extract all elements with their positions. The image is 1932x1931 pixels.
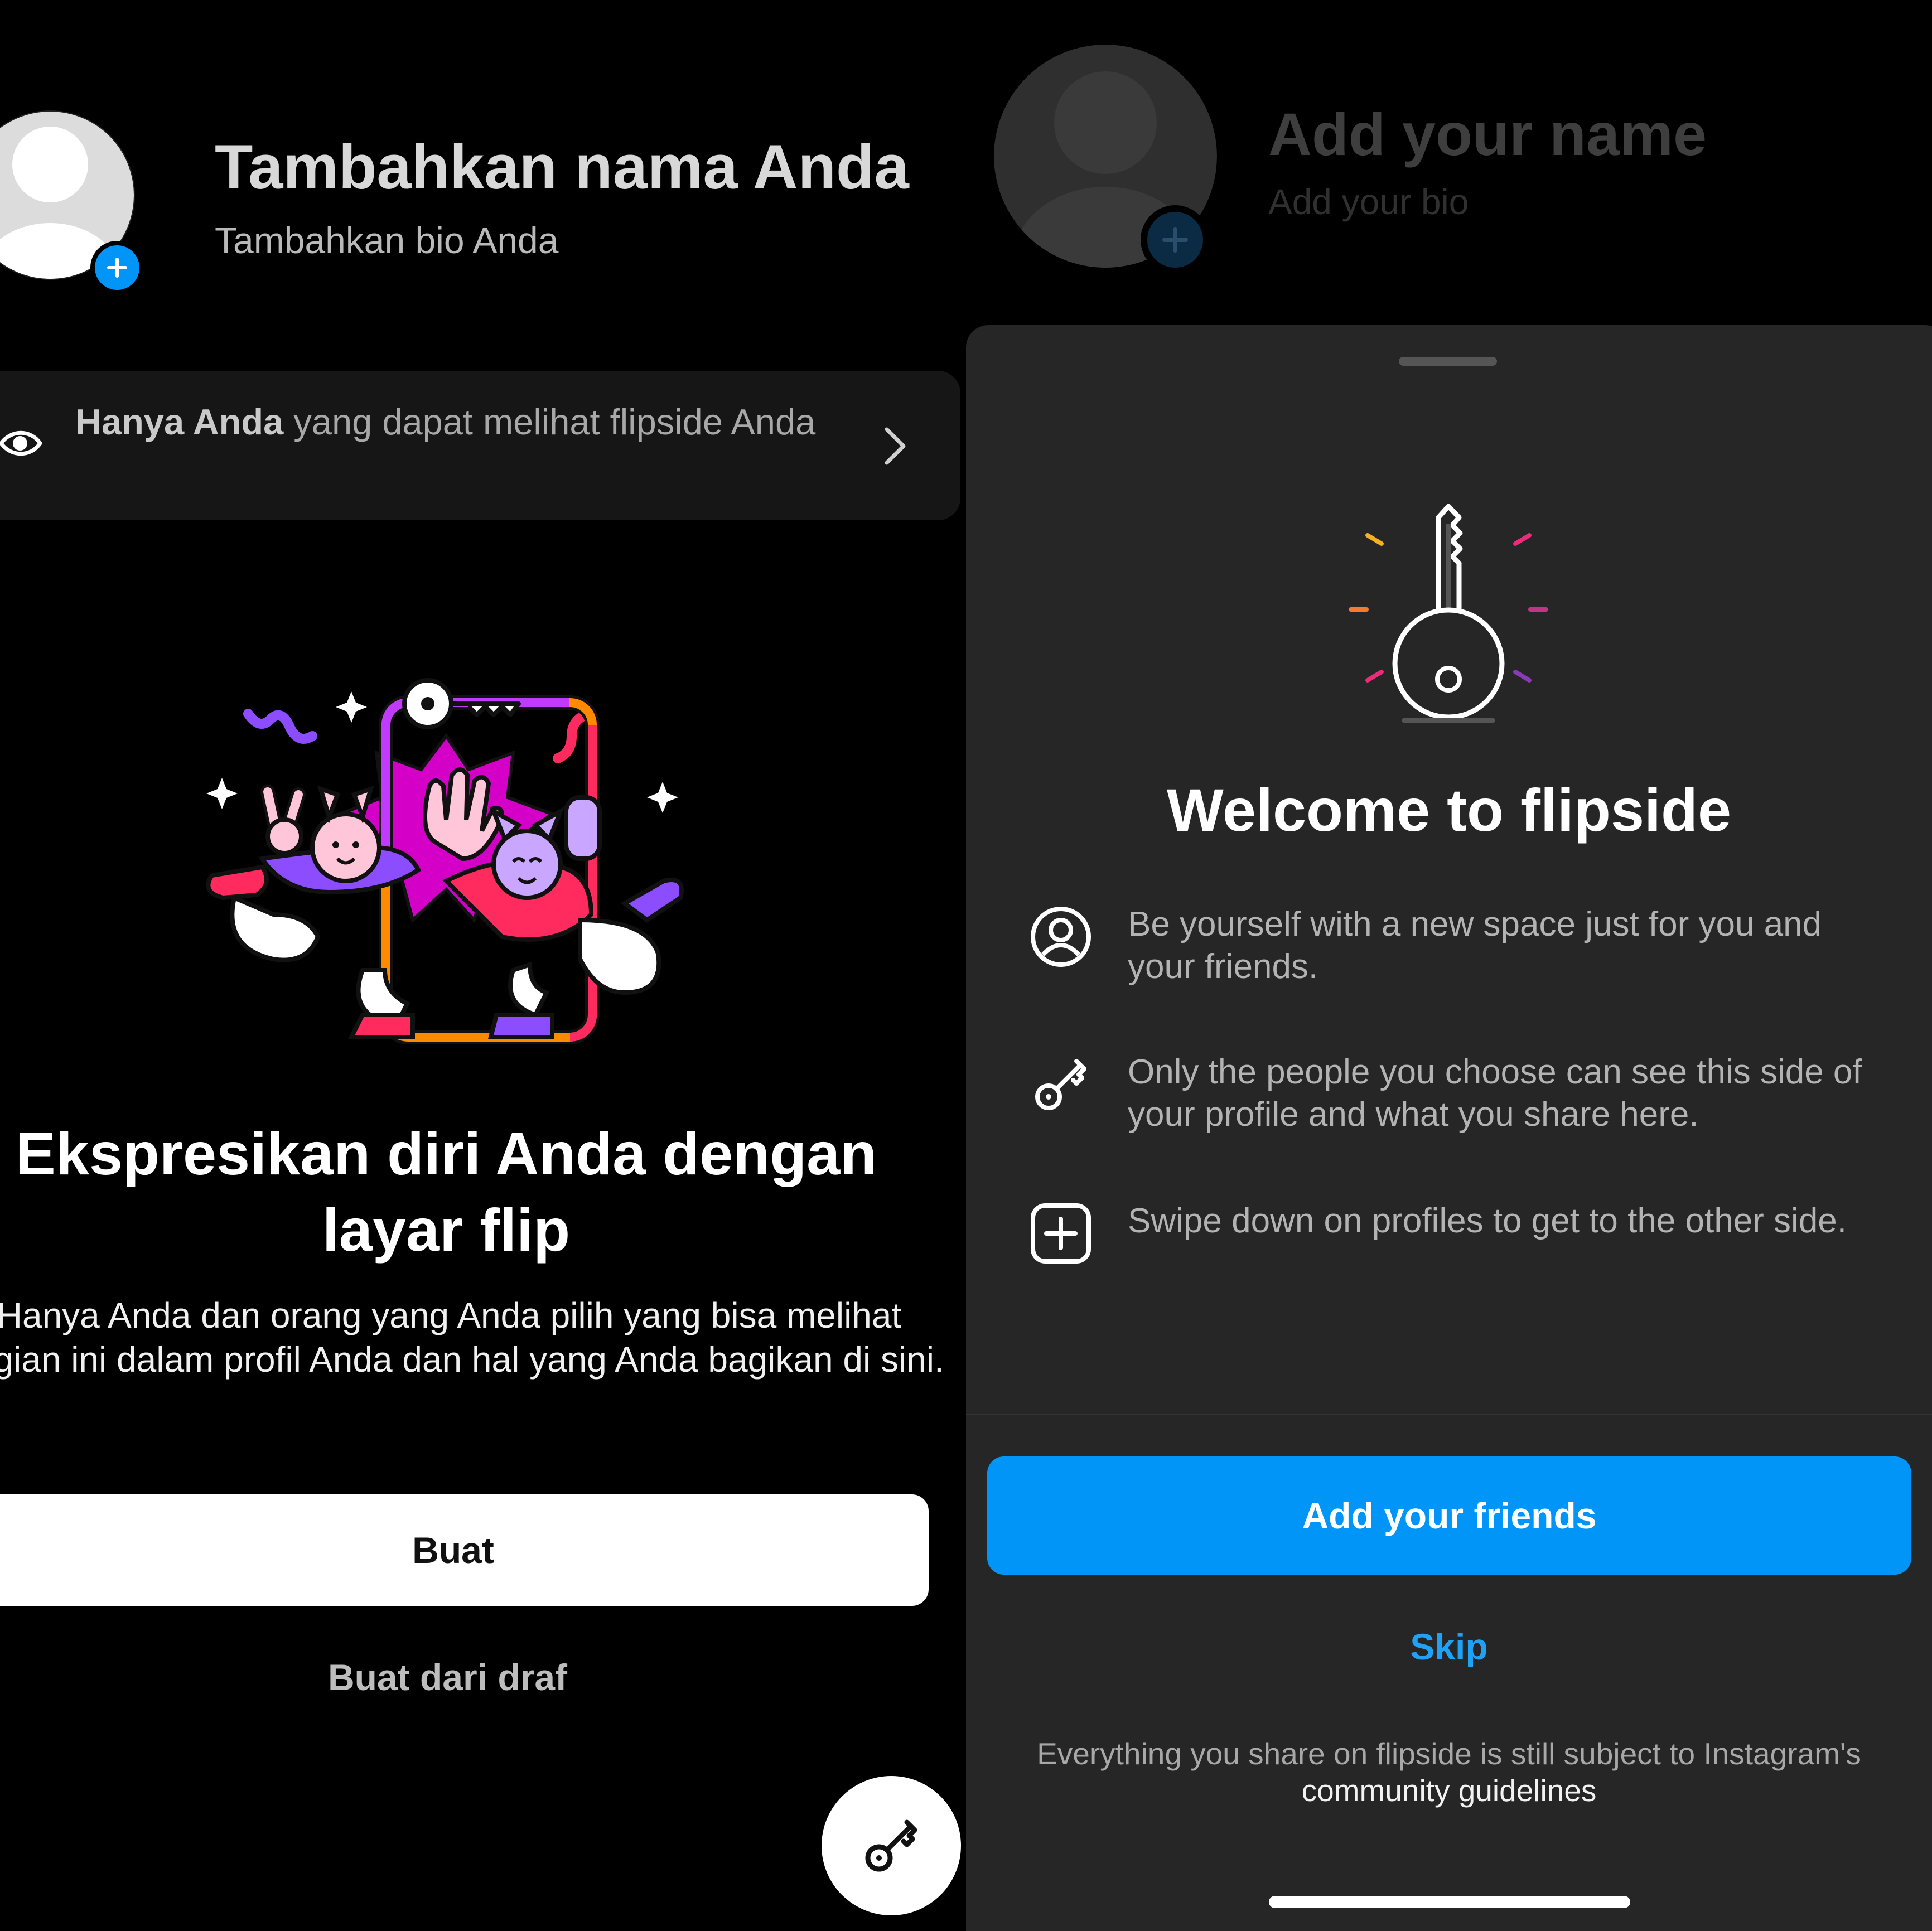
chevron-right-icon — [885, 427, 906, 465]
profile-name[interactable]: Add your name — [1268, 99, 1707, 169]
feature-text-2: Only the people you choose can see this … — [1128, 1053, 1862, 1134]
footer-text: Everything you share on flipside is stil… — [1037, 1736, 1861, 1771]
key-icon — [1035, 1059, 1086, 1110]
sheet-grabber[interactable] — [1399, 357, 1497, 366]
privacy-row[interactable] — [0, 371, 960, 520]
feature-text-3: Swipe down on profiles to get to the oth… — [1128, 1202, 1847, 1240]
divider — [966, 1414, 1932, 1415]
profile-bio[interactable]: Tambahkan bio Anda — [215, 219, 558, 262]
add-friends-button[interactable]: Add your friends — [987, 1456, 1911, 1575]
flipside-intro-screen-id: Tambahkan nama Anda Tambahkan bio Anda H… — [0, 0, 966, 1931]
profile-name[interactable]: Tambahkan nama Anda — [215, 131, 909, 203]
key-fab-button[interactable] — [822, 1776, 961, 1915]
welcome-title: Welcome to flipside — [1166, 776, 1732, 844]
footer-note: Everything you share on flipside is stil… — [988, 1735, 1910, 1809]
headline: Ekspresikan diri Anda dengan layar flip — [15, 1120, 877, 1264]
privacy-text-bold: Hanya Anda — [75, 401, 284, 442]
visibility-icon — [0, 430, 43, 456]
create-from-draft-link[interactable]: Buat dari draf — [0, 1656, 895, 1698]
profile-avatar[interactable] — [0, 84, 165, 312]
key-illustration — [1349, 504, 1548, 723]
key-icon — [865, 1819, 917, 1872]
feature-text-1: Be yourself with a new space just for yo… — [1128, 905, 1822, 986]
skip-button[interactable]: Skip — [966, 1625, 1932, 1668]
home-indicator[interactable] — [1269, 1896, 1630, 1908]
privacy-text: Hanya Anda yang dapat melihat flipside A… — [75, 400, 817, 444]
create-button[interactable]: Buat — [0, 1494, 929, 1606]
privacy-text-rest: yang dapat melihat flipside Anda — [283, 401, 816, 442]
flipside-illustration — [206, 678, 684, 1044]
welcome-sheet-screen: Add your name Add your bio Welcome to fl… — [966, 0, 1932, 1931]
community-guidelines-link[interactable]: community guidelines — [1302, 1773, 1597, 1808]
add-photo-icon[interactable] — [1141, 205, 1210, 274]
profile-avatar[interactable] — [988, 42, 1234, 282]
profile-bio[interactable]: Add your bio — [1268, 181, 1469, 222]
description: Hanya Anda dan orang yang Anda pilih yan… — [0, 1295, 944, 1380]
plus-square-icon — [1031, 1203, 1091, 1264]
person-circle-icon — [1031, 907, 1091, 967]
add-photo-icon[interactable] — [90, 241, 144, 294]
